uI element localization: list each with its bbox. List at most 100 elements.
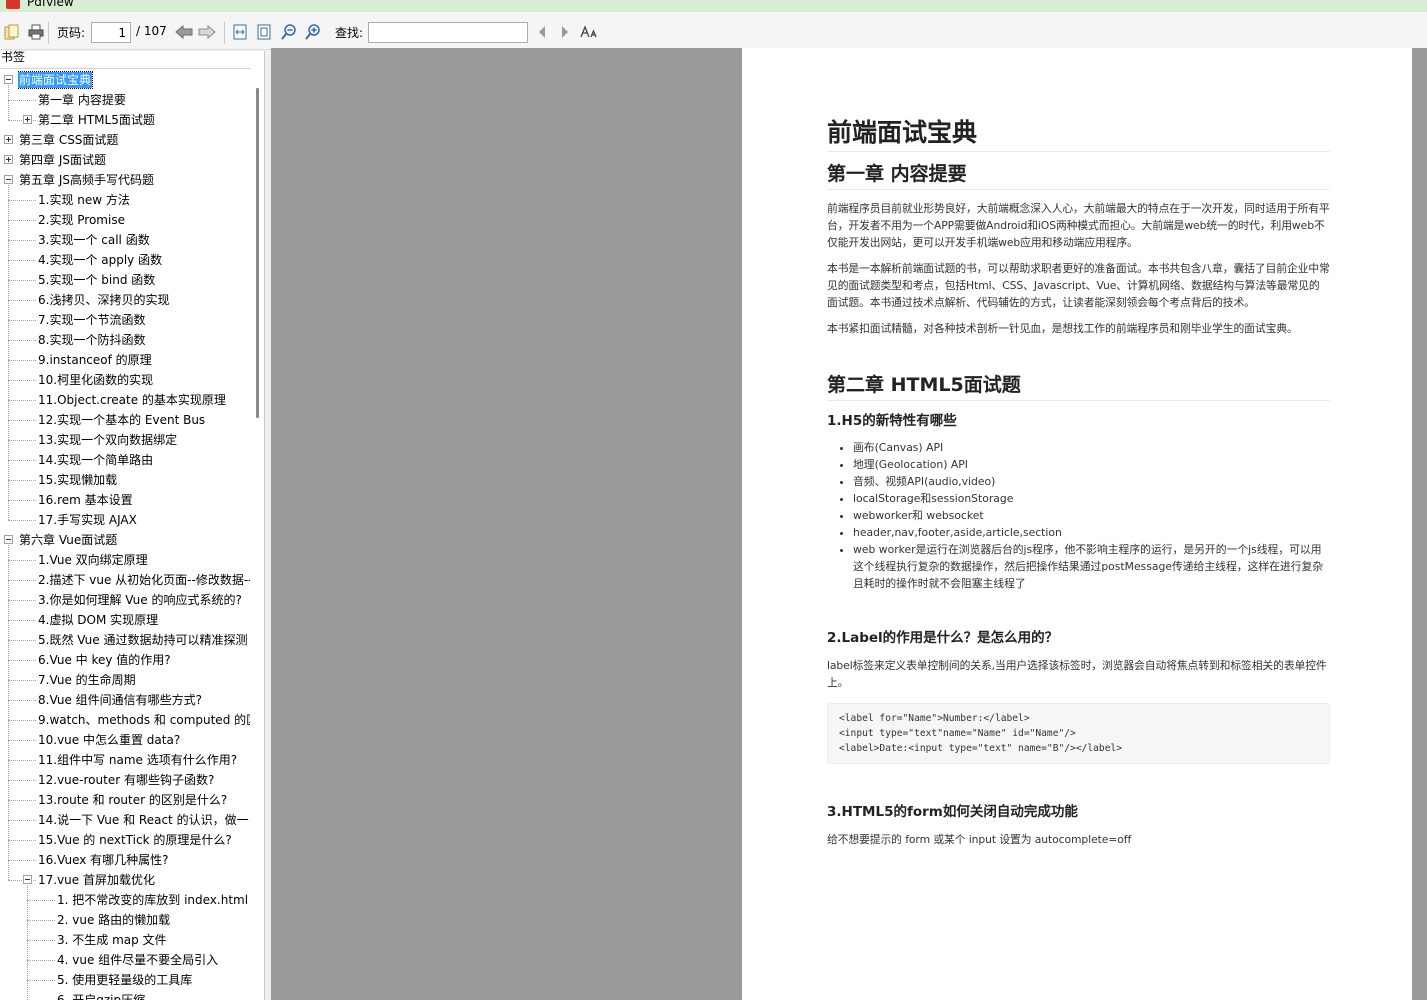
collapse-icon[interactable] bbox=[23, 875, 32, 884]
bookmark-item[interactable]: 3. 不生成 map 文件 bbox=[56, 930, 250, 950]
bookmark-label: 17.手写实现 AJAX bbox=[38, 513, 137, 527]
bookmark-item[interactable]: 14.实现一个简单路由 bbox=[37, 450, 250, 470]
bookmark-item[interactable]: 7.实现一个节流函数 bbox=[37, 310, 250, 330]
bookmark-item[interactable]: 12.vue-router 有哪些钩子函数? bbox=[37, 770, 250, 790]
bookmark-item[interactable]: 4.实现一个 apply 函数 bbox=[37, 250, 250, 270]
bookmark-label: 2. vue 路由的懒加载 bbox=[57, 913, 171, 927]
bookmark-tree: 前端面试宝典 第一章 内容提要 第二章 HTML5面试题 第三章 CSS面试题第四章 … bbox=[0, 68, 250, 1000]
expand-icon[interactable] bbox=[4, 135, 13, 144]
expand-icon[interactable] bbox=[23, 115, 32, 124]
zoom-in-icon[interactable] bbox=[304, 23, 322, 41]
bookmark-label: 第四章 JS面试题 bbox=[19, 153, 106, 167]
bookmark-item[interactable]: 11.Object.create 的基本实现原理 bbox=[37, 390, 250, 410]
bookmark-item[interactable]: 2.描述下 vue 从初始化页面--修改数据-- bbox=[37, 570, 250, 590]
bookmark-item[interactable]: 第一章 内容提要 bbox=[37, 90, 250, 110]
tree-connector-line bbox=[8, 360, 36, 361]
chapter-1-paragraph: 前端程序员目前就业形势良好，大前端概念深入人心，大前端最大的特点在于一次开发，同… bbox=[827, 202, 1330, 249]
tree-connector-line bbox=[8, 300, 36, 301]
question-2-heading: 2.Label的作用是什么？是怎么用的？ bbox=[827, 630, 1059, 646]
tree-connector-line bbox=[8, 440, 36, 441]
bookmark-label: 第六章 Vue面试题 bbox=[19, 533, 118, 547]
bookmark-item[interactable]: 3.实现一个 call 函数 bbox=[37, 230, 250, 250]
bookmark-item[interactable]: 7.Vue 的生命周期 bbox=[37, 670, 250, 690]
list-item: header,nav,footer,aside,article,section bbox=[853, 524, 1330, 541]
bookmark-item[interactable]: 10.vue 中怎么重置 data? bbox=[37, 730, 250, 750]
open-file-icon[interactable] bbox=[3, 23, 21, 41]
toolbar-separator bbox=[48, 22, 49, 44]
bookmark-item[interactable]: 13.实现一个双向数据绑定 bbox=[37, 430, 250, 450]
bookmark-item[interactable]: 3.你是如何理解 Vue 的响应式系统的? bbox=[37, 590, 250, 610]
expand-icon[interactable] bbox=[4, 155, 13, 164]
fit-width-icon[interactable] bbox=[231, 23, 249, 41]
tree-connector-line bbox=[8, 100, 36, 101]
bookmark-label: 4.虚拟 DOM 实现原理 bbox=[38, 613, 159, 627]
bookmark-item[interactable]: 5.既然 Vue 通过数据劫持可以精准探测 bbox=[37, 630, 250, 650]
bookmark-item[interactable]: 17.手写实现 AJAX bbox=[37, 510, 250, 530]
bookmark-item[interactable]: 第二章 HTML5面试题 bbox=[37, 110, 250, 130]
bookmark-label: 16.rem 基本设置 bbox=[38, 493, 133, 507]
tree-connector-line bbox=[8, 860, 36, 861]
print-icon[interactable] bbox=[27, 23, 45, 41]
bookmark-item[interactable]: 14.说一下 Vue 和 React 的认识，做一 bbox=[37, 810, 250, 830]
bookmark-item[interactable]: 11.组件中写 name 选项有什么作用? bbox=[37, 750, 250, 770]
bookmark-item[interactable]: 12.实现一个基本的 Event Bus bbox=[37, 410, 250, 430]
list-item: 地理(Geolocation) API bbox=[853, 456, 1330, 473]
question-2-text: label标签来定义表单控制间的关系,当用户选择该标签时，浏览器会自动将焦点转到… bbox=[827, 659, 1327, 689]
bookmark-item[interactable]: 16.Vuex 有哪几种属性? bbox=[37, 850, 250, 870]
tree-scrollbar[interactable] bbox=[252, 69, 264, 1000]
bookmark-item[interactable]: 4. vue 组件尽量不要全局引入 bbox=[56, 950, 250, 970]
tree-scrollbar-thumb[interactable] bbox=[256, 88, 259, 418]
bookmark-item[interactable]: 8.Vue 组件间通信有哪些方式? bbox=[37, 690, 250, 710]
tree-connector-line bbox=[8, 740, 36, 741]
bookmark-item[interactable]: 1. 把不常改变的库放到 index.html bbox=[56, 890, 250, 910]
document-viewer[interactable]: 前端面试宝典 第一章 内容提要 前端程序员目前就业形势良好，大前端概念深入人心，… bbox=[271, 48, 1427, 1000]
find-next-icon[interactable] bbox=[556, 23, 574, 41]
bookmark-item[interactable]: 6.Vue 中 key 值的作用? bbox=[37, 650, 250, 670]
collapse-icon[interactable] bbox=[4, 75, 13, 84]
collapse-icon[interactable] bbox=[4, 175, 13, 184]
bookmark-item[interactable]: 10.柯里化函数的实现 bbox=[37, 370, 250, 390]
bookmark-item[interactable]: 15.Vue 的 nextTick 的原理是什么? bbox=[37, 830, 250, 850]
bookmark-item[interactable]: 9.watch、methods 和 computed 的区 bbox=[37, 710, 250, 730]
bookmark-item[interactable]: 6. 开启gzip压缩 bbox=[56, 990, 250, 1000]
bookmark-item[interactable]: 前端面试宝典 bbox=[18, 70, 250, 90]
bookmark-item[interactable]: 2. vue 路由的懒加载 bbox=[56, 910, 250, 930]
tree-connector-line bbox=[8, 320, 36, 321]
bookmark-item[interactable]: 17.vue 首屏加载优化 bbox=[37, 870, 250, 890]
tree-connector-line bbox=[8, 280, 36, 281]
fit-page-icon[interactable] bbox=[255, 23, 273, 41]
match-case-icon[interactable] bbox=[580, 23, 598, 41]
back-arrow-icon[interactable] bbox=[175, 23, 193, 41]
bookmark-item[interactable]: 15.实现懒加载 bbox=[37, 470, 250, 490]
bookmark-item[interactable]: 1.实现 new 方法 bbox=[37, 190, 250, 210]
forward-arrow-icon[interactable] bbox=[198, 23, 216, 41]
bookmark-item[interactable]: 1.Vue 双向绑定原理 bbox=[37, 550, 250, 570]
bookmark-item[interactable]: 4.虚拟 DOM 实现原理 bbox=[37, 610, 250, 630]
bookmark-item[interactable]: 13.route 和 router 的区别是什么? bbox=[37, 790, 250, 810]
search-input[interactable] bbox=[368, 22, 528, 43]
bookmark-item[interactable]: 5.实现一个 bind 函数 bbox=[37, 270, 250, 290]
list-item: 音频、视频API(audio,video) bbox=[853, 473, 1330, 490]
zoom-out-icon[interactable] bbox=[280, 23, 298, 41]
bookmark-label: 3. 不生成 map 文件 bbox=[57, 933, 167, 947]
bookmark-item[interactable]: 第三章 CSS面试题 bbox=[18, 130, 250, 150]
bookmark-label: 7.实现一个节流函数 bbox=[38, 313, 146, 327]
bookmark-item[interactable]: 第六章 Vue面试题 bbox=[18, 530, 250, 550]
tree-connector-line bbox=[27, 885, 28, 1000]
collapse-icon[interactable] bbox=[4, 535, 13, 544]
bookmark-item[interactable]: 第五章 JS高频手写代码题 bbox=[18, 170, 250, 190]
bookmark-item[interactable]: 2.实现 Promise bbox=[37, 210, 250, 230]
bookmark-item[interactable]: 5. 使用更轻量级的工具库 bbox=[56, 970, 250, 990]
bookmark-item[interactable]: 第四章 JS面试题 bbox=[18, 150, 250, 170]
bookmark-label: 6.浅拷贝、深拷贝的实现 bbox=[38, 293, 170, 307]
find-previous-icon[interactable] bbox=[533, 23, 551, 41]
bookmark-item[interactable]: 9.instanceof 的原理 bbox=[37, 350, 250, 370]
tree-connector-line bbox=[8, 520, 36, 521]
bookmark-item[interactable]: 8.实现一个防抖函数 bbox=[37, 330, 250, 350]
page-content: 前端面试宝典 第一章 内容提要 前端程序员目前就业形势良好，大前端概念深入人心，… bbox=[827, 118, 1330, 857]
bookmark-item[interactable]: 16.rem 基本设置 bbox=[37, 490, 250, 510]
page-number-input[interactable] bbox=[91, 22, 131, 43]
features-list: 画布(Canvas) API 地理(Geolocation) API 音频、视频… bbox=[853, 439, 1330, 592]
bookmark-label: 4. vue 组件尽量不要全局引入 bbox=[57, 953, 219, 967]
bookmark-item[interactable]: 6.浅拷贝、深拷贝的实现 bbox=[37, 290, 250, 310]
